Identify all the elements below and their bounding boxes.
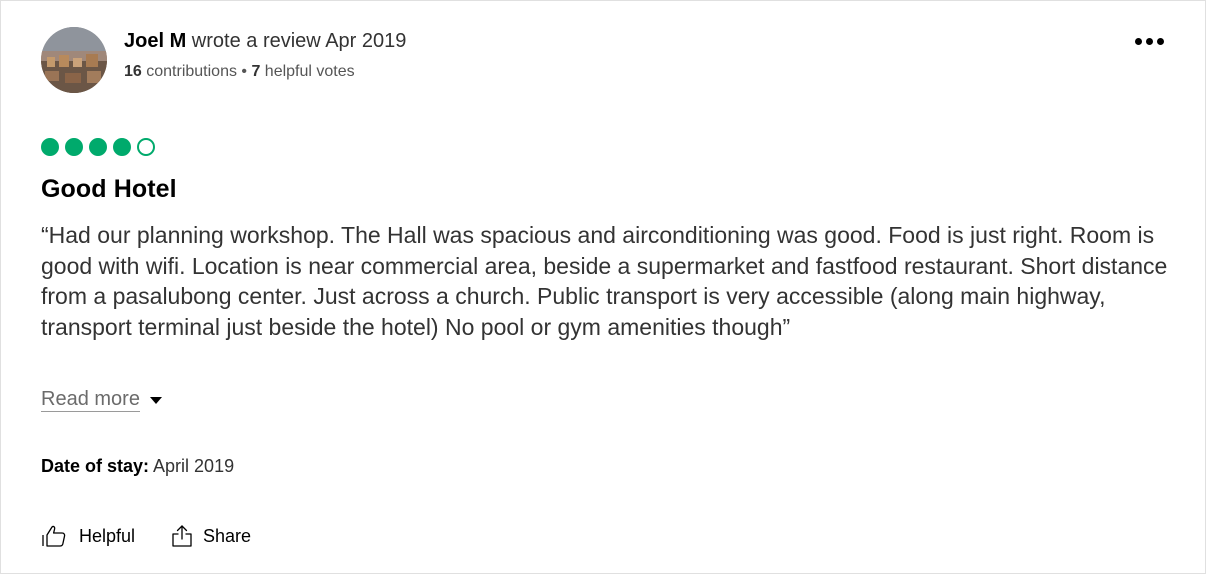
review-title[interactable]: Good Hotel (41, 174, 177, 204)
helpful-label: Helpful (79, 526, 136, 546)
helpful-votes-label: helpful votes (260, 63, 355, 80)
review-body: “Had our planning workshop. The Hall was… (41, 222, 1168, 340)
thumbs-up-icon (41, 524, 69, 548)
share-icon (171, 524, 193, 548)
read-more-button[interactable]: Read more (41, 387, 162, 412)
review-card: Joel M wrote a review Apr 2019 16 contri… (0, 0, 1206, 574)
read-more-label: Read more (41, 388, 140, 412)
caret-down-icon (149, 397, 162, 404)
date-of-stay: Date of stay: April 2019 (41, 455, 234, 477)
date-of-stay-value: April 2019 (149, 456, 235, 476)
rating-bubble-filled (65, 138, 83, 156)
rating-bubble-filled (89, 138, 107, 156)
share-label: Share (203, 526, 252, 546)
review-author-line: Joel M wrote a review Apr 2019 (124, 29, 406, 53)
bubble-rating (41, 138, 155, 156)
author-name[interactable]: Joel M (124, 30, 186, 52)
review-actions: Helpful Share (41, 524, 251, 548)
helpful-button[interactable]: Helpful (41, 524, 135, 548)
avatar[interactable] (41, 27, 107, 93)
review-action-text: wrote a review Apr 2019 (186, 30, 407, 52)
date-of-stay-label: Date of stay: (41, 456, 150, 476)
contributions-count: 16 (124, 63, 142, 80)
more-options-icon[interactable] (1129, 31, 1169, 51)
rating-bubble-empty (137, 138, 155, 156)
share-button[interactable]: Share (171, 524, 251, 548)
rating-bubble-filled (113, 138, 131, 156)
contributions-label: contributions • (141, 63, 252, 80)
rating-bubble-filled (41, 138, 59, 156)
author-stats: 16 contributions • 7 helpful votes (124, 62, 355, 82)
